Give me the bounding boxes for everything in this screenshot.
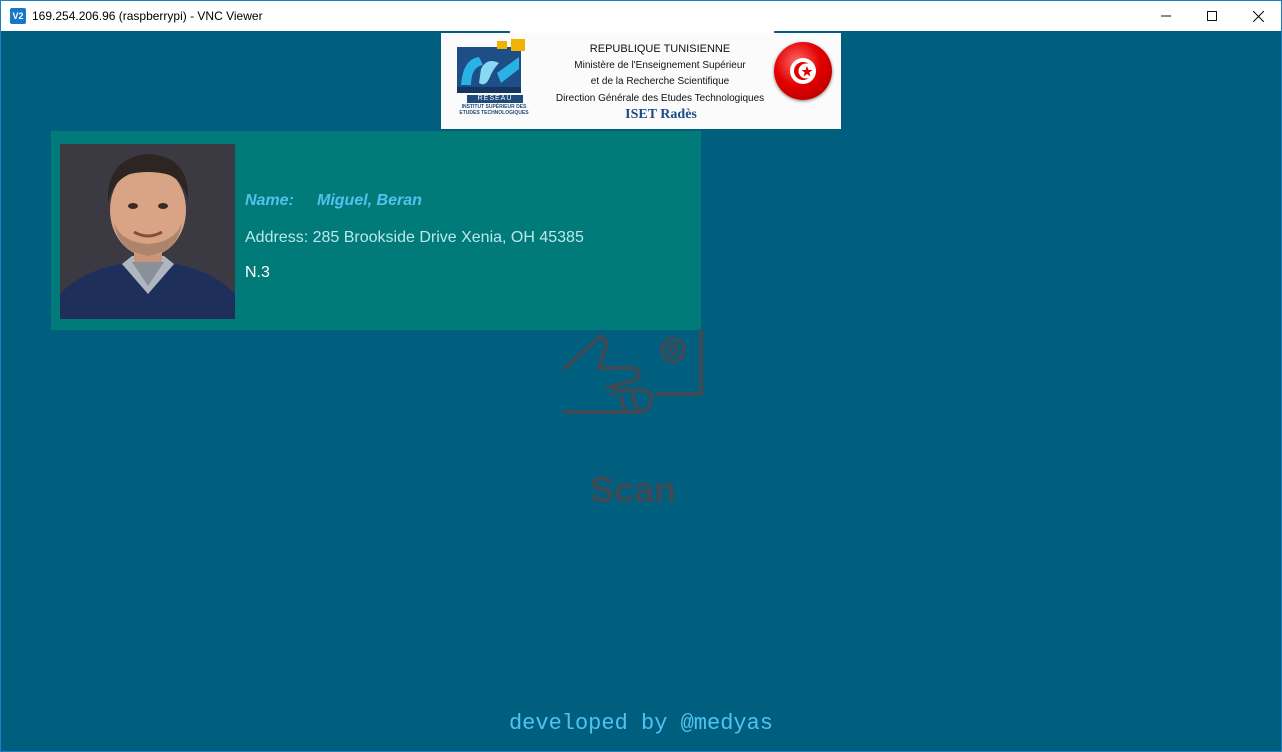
scan-label[interactable]: Scan xyxy=(561,469,705,511)
banner-line: et de la Recherche Scientifique xyxy=(590,76,730,87)
close-icon xyxy=(1252,10,1264,22)
iset-logo-icon xyxy=(457,39,525,93)
banner-line: Ministère de l'Enseignement Supérieur xyxy=(574,59,746,71)
name-value: Miguel, Beran xyxy=(317,192,422,209)
person-card: Name: Miguel, Beran Address: 285 Brooksid… xyxy=(51,131,701,330)
iset-subtitle: INSTITUT SUPÉRIEUR DES ETUDES TECHNOLOGI… xyxy=(459,104,529,116)
person-avatar-image xyxy=(60,144,235,319)
name-label: Name: xyxy=(245,192,294,209)
iset-logo: RESEAU INSTITUT SUPÉRIEUR DES ETUDES TEC… xyxy=(453,39,533,123)
footer-credit: developed by @medyas xyxy=(508,711,774,736)
minimize-icon xyxy=(1161,15,1171,17)
vnc-app-icon: V2 xyxy=(10,8,26,24)
tunisia-flag-icon xyxy=(774,42,832,100)
name-row: Name: Miguel, Beran xyxy=(245,192,422,210)
number-text: N.3 xyxy=(245,264,270,281)
close-button[interactable] xyxy=(1235,1,1281,31)
remote-desktop-viewport[interactable]: RESEAU INSTITUT SUPÉRIEUR DES ETUDES TEC… xyxy=(1,31,1281,751)
institute-name: ISET Radès xyxy=(625,107,697,122)
maximize-icon xyxy=(1207,11,1217,21)
maximize-button[interactable] xyxy=(1189,1,1235,31)
address-text: Address: 285 Brookside Drive Xenia, OH 4… xyxy=(245,229,584,246)
banner-line: REPUBLIQUE TUNISIENNE xyxy=(589,43,731,55)
person-photo xyxy=(60,144,235,319)
crescent-star-icon xyxy=(790,58,816,84)
minimize-button[interactable] xyxy=(1143,1,1189,31)
window-titlebar[interactable]: V2 169.254.206.96 (raspberrypi) - VNC Vi… xyxy=(0,0,1282,31)
window-controls xyxy=(1143,1,1281,31)
window-title: 169.254.206.96 (raspberrypi) - VNC Viewe… xyxy=(32,9,263,23)
header-banner: RESEAU INSTITUT SUPÉRIEUR DES ETUDES TEC… xyxy=(441,33,841,129)
hand-card-scan-icon[interactable] xyxy=(561,328,705,418)
banner-text: REPUBLIQUE TUNISIENNE Ministère de l'Ens… xyxy=(545,41,775,107)
iset-reseau-label: RESEAU xyxy=(467,95,523,103)
banner-line: Direction Générale des Etudes Technologi… xyxy=(555,92,765,104)
